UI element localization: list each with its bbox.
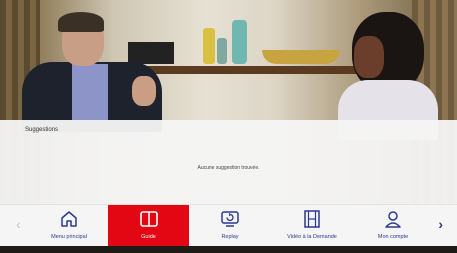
vase-teal [232,20,247,64]
vase-green [217,38,227,64]
vase-yellow [203,28,215,64]
shelf [120,66,370,74]
nav-item-replay[interactable]: Replay [189,205,271,247]
nav-item-label: Guide [141,234,156,240]
host-face [354,36,384,78]
decor-box [128,42,174,64]
decor-bowl [262,50,340,64]
suggestions-empty-message: Aucune suggestion trouvée. [197,165,260,171]
home-icon [61,211,77,227]
bottom-strip [0,246,457,253]
nav-item-label: Vidéo à la Demande [287,234,337,240]
film-icon [304,210,320,228]
nav-item-label: Mon compte [377,234,409,240]
user-icon [385,211,401,228]
suggestions-panel: Suggestions Aucune suggestion trouvée. [0,120,457,204]
suggestions-title: Suggestions [25,127,59,133]
nav-item-label: Menu principal [51,234,87,240]
nav-item-guide[interactable]: Guide [108,205,189,247]
guest-hand [132,76,156,106]
nav-item-label: Replay [221,234,239,240]
nav-item-menu-principal[interactable]: Menu principal [30,205,108,247]
chevron-right-icon[interactable]: › [438,217,443,231]
bottom-nav: ‹ Menu principal Guide Replay Vidéo à la… [0,204,457,247]
nav-item-video-a-la-demande[interactable]: Vidéo à la Demande [271,205,353,247]
replay-icon [221,211,239,227]
guest-shirt [72,64,108,120]
book-icon [139,211,158,227]
guest-hair [58,12,104,32]
nav-item-mon-compte[interactable]: Mon compte [353,205,433,247]
chevron-left-icon[interactable]: ‹ [16,217,21,231]
